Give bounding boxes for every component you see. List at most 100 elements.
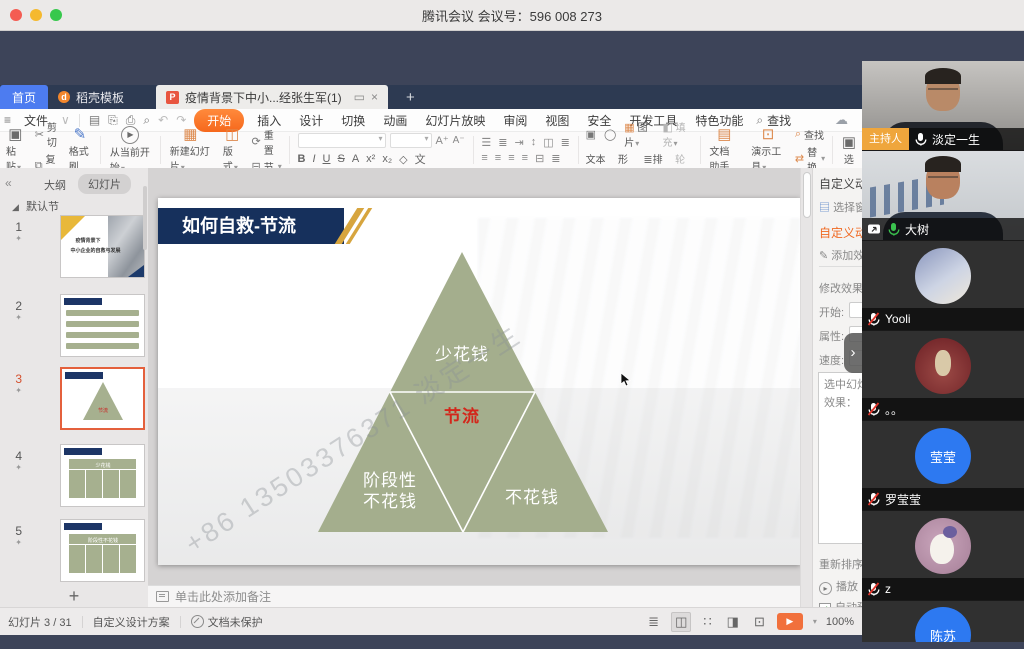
normal-view-icon[interactable]: ◫ xyxy=(671,612,691,632)
menu-tab-design[interactable]: 设计 xyxy=(290,112,332,129)
design-scheme-button[interactable]: 自定义设计方案 xyxy=(93,614,170,630)
sidebar-scrollbar[interactable] xyxy=(143,186,147,250)
reading-view-icon[interactable]: ◨ xyxy=(724,613,742,631)
collapse-pane-handle[interactable]: › xyxy=(844,333,862,373)
slide-sorter-icon[interactable]: ∷ xyxy=(700,613,714,631)
slide-canvas[interactable]: 如何自救-节流 少花钱 节流 阶段性 不花钱 不花钱 +86 xyxy=(148,168,800,585)
italic-button[interactable]: I xyxy=(312,153,315,165)
underline-button[interactable]: U xyxy=(323,153,331,165)
menu-tab-animation[interactable]: 动画 xyxy=(374,112,416,129)
video-tile[interactable]: z xyxy=(862,511,1024,601)
numbering-icon[interactable]: ≣ xyxy=(498,136,507,149)
video-tile[interactable]: Yooli xyxy=(862,241,1024,331)
menu-tab-view[interactable]: 视图 xyxy=(536,112,578,129)
menu-tab-slideshow[interactable]: 幻灯片放映 xyxy=(416,112,494,129)
slide-thumbnail-3-selected[interactable]: 节流 xyxy=(60,367,145,430)
align-right-icon[interactable]: ≡ xyxy=(508,152,514,165)
collapse-panel-icon[interactable]: « xyxy=(5,176,12,190)
strikethrough-button[interactable]: S xyxy=(337,153,344,165)
undo-icon[interactable]: ↶ xyxy=(154,113,172,127)
menu-tab-review[interactable]: 审阅 xyxy=(494,112,536,129)
chevron-down-icon[interactable]: ∨ xyxy=(57,113,74,127)
zoom-level[interactable]: 100% xyxy=(826,616,854,628)
tab-docer[interactable]: d 稻壳模板 xyxy=(48,85,156,109)
shrink-font-icon[interactable]: A⁻ xyxy=(453,135,465,146)
clear-format-button[interactable]: ◇ xyxy=(399,153,407,166)
play-options-caret[interactable]: ▾ xyxy=(813,617,817,626)
tab-slides[interactable]: 幻灯片 xyxy=(78,174,131,194)
columns-icon[interactable]: ⊟ xyxy=(535,152,544,165)
font-family-combo[interactable] xyxy=(298,133,386,148)
tab-outline[interactable]: 大纲 xyxy=(44,177,66,193)
new-slide-button[interactable]: ▦ 新建幻灯片▾ xyxy=(164,132,217,168)
video-tile[interactable]: 莹莹 罗莹莹 xyxy=(862,421,1024,511)
align-center-icon[interactable]: ≡ xyxy=(495,152,501,165)
format-painter-button[interactable]: ✎ 格式刷 xyxy=(63,132,97,168)
play-from-current-button[interactable]: ▶ 从当前开始▾ xyxy=(104,132,157,168)
close-tab-icon[interactable]: × xyxy=(371,90,378,104)
redo-icon[interactable]: ↷ xyxy=(172,113,190,127)
protection-status[interactable]: 文档未保护 xyxy=(191,614,263,630)
layout-button[interactable]: ◫ 版式▾ xyxy=(217,132,248,168)
paste-icon: ▣ xyxy=(8,127,22,143)
grow-font-icon[interactable]: A⁺ xyxy=(436,134,449,147)
text-direction-icon[interactable]: ≣ xyxy=(561,136,570,149)
subscript-button[interactable]: x₂ xyxy=(382,153,392,165)
new-tab-button[interactable]: + xyxy=(400,85,421,109)
shapes-icon[interactable]: ◯ xyxy=(604,128,616,141)
font-color-button[interactable]: A xyxy=(352,153,359,165)
print-preview-icon[interactable]: ⌕ xyxy=(139,113,154,128)
save-icon[interactable]: ▤ xyxy=(85,113,104,127)
align-top-icon[interactable]: ◫ xyxy=(543,136,553,149)
slideshow-view-icon[interactable]: ⊡ xyxy=(751,613,768,631)
add-slide-button[interactable]: + xyxy=(0,586,148,607)
paste-button[interactable]: ▣ 粘贴▾ xyxy=(0,132,31,168)
section-header[interactable]: ◢ 默认节 xyxy=(12,198,59,214)
font-size-combo[interactable] xyxy=(390,133,432,148)
tab-home[interactable]: 首页 xyxy=(0,85,48,109)
fill-button[interactable]: ◧ 填充▾ xyxy=(662,119,692,149)
hamburger-icon[interactable]: ≡ xyxy=(0,113,15,127)
video-tile[interactable]: 陈苏 xyxy=(862,601,1024,642)
slide-thumbnail-1[interactable]: 疫情背景下 中小企业的自救与发展 xyxy=(60,215,145,278)
indent-icon[interactable]: ⇥ xyxy=(514,136,523,149)
textbox-frame-icon[interactable]: ▣ xyxy=(586,128,596,141)
scrollbar-thumb[interactable] xyxy=(803,172,811,218)
list-options-icon[interactable]: ≣ xyxy=(645,613,662,631)
cut-button[interactable]: ✂剪切 xyxy=(35,119,59,149)
slide-thumbnail-5[interactable]: 阶段性不花钱 xyxy=(60,519,145,582)
video-tile[interactable]: 。。 xyxy=(862,331,1024,421)
bullets-icon[interactable]: ☰ xyxy=(481,136,491,149)
select-button[interactable]: ▣ 选 xyxy=(836,132,862,168)
avatar xyxy=(915,248,971,304)
wps-tabstrip: 首页 d 稻壳模板 P 疫情背景下中小...经张生军(1) ▭ × + xyxy=(0,85,862,109)
doc-assistant-button[interactable]: ▤ 文档助手 xyxy=(703,132,745,168)
video-tile-host[interactable]: 主持人 淡定一生 xyxy=(862,61,1024,151)
video-tile-presenter[interactable]: 大树 xyxy=(862,151,1024,241)
bold-button[interactable]: B xyxy=(298,153,306,165)
menu-tab-transition[interactable]: 切换 xyxy=(332,112,374,129)
slide-thumbnail-4[interactable]: 少花钱 xyxy=(60,444,145,507)
text-tools-button[interactable]: 文 xyxy=(415,151,426,167)
justify-icon[interactable]: ≡ xyxy=(522,152,528,165)
export-icon[interactable]: ⎘ xyxy=(104,113,122,128)
find-button[interactable]: ⌕查找 xyxy=(795,127,825,142)
superscript-button[interactable]: x² xyxy=(366,153,375,165)
picture-button[interactable]: ▦ 图片▾ xyxy=(624,119,654,149)
slide-thumbnail-2[interactable] xyxy=(60,294,145,357)
comment-icon[interactable]: ▭ xyxy=(354,90,365,104)
notes-bar[interactable]: 单击此处添加备注 xyxy=(148,585,800,607)
reset-button[interactable]: ⟳重置 xyxy=(252,127,282,157)
play-animation-button[interactable]: ▸播放 xyxy=(819,578,858,595)
participant-name: 罗莹莹 xyxy=(885,491,921,508)
line-spacing-icon[interactable]: ↕ xyxy=(531,136,537,149)
align-left-icon[interactable]: ≡ xyxy=(481,152,487,165)
avatar xyxy=(915,518,971,574)
tab-document[interactable]: P 疫情背景下中小...经张生军(1) ▭ × xyxy=(156,85,388,109)
current-slide[interactable]: 如何自救-节流 少花钱 节流 阶段性 不花钱 不花钱 +86 xyxy=(158,198,800,565)
present-tools-button[interactable]: ⊡ 演示工具▾ xyxy=(745,132,791,168)
cloud-sync-icon[interactable]: ☁ xyxy=(835,112,848,128)
cover-navy-wedge xyxy=(128,265,144,277)
play-slideshow-button[interactable]: ▶ xyxy=(777,613,803,630)
indent-more-icon[interactable]: ≣ xyxy=(551,152,560,165)
